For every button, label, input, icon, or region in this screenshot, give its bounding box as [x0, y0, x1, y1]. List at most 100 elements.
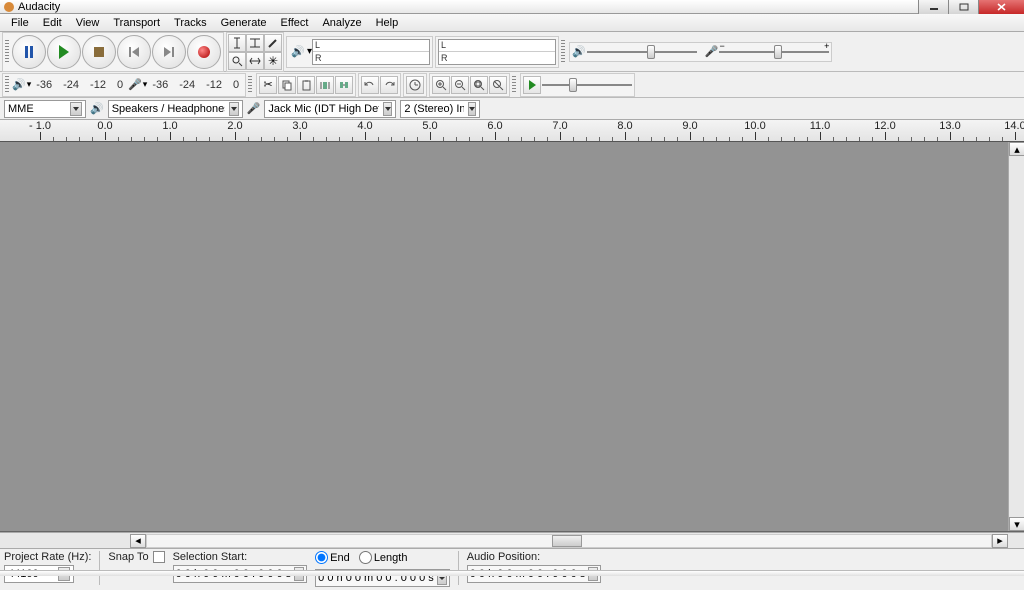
stop-button[interactable]	[82, 35, 116, 69]
grip-icon[interactable]	[248, 76, 252, 94]
ruler-tick: 12.0	[873, 120, 897, 140]
scroll-right-button[interactable]: ▸	[992, 534, 1008, 548]
chevron-down-icon	[468, 102, 477, 116]
horizontal-scrollbar[interactable]: ◂ ▸	[0, 532, 1024, 548]
menu-view[interactable]: View	[69, 15, 107, 31]
scroll-thumb[interactable]	[552, 535, 582, 547]
scroll-track[interactable]	[146, 534, 992, 548]
speaker-icon: 🔊	[572, 45, 586, 58]
ruler-tick: 7.0	[548, 120, 572, 140]
silence-button[interactable]	[335, 76, 353, 94]
menu-bar: File Edit View Transport Tracks Generate…	[0, 14, 1024, 32]
menu-generate[interactable]: Generate	[214, 15, 274, 31]
timeshift-tool[interactable]	[246, 52, 264, 70]
ruler-tick: 0.0	[93, 120, 117, 140]
menu-transport[interactable]: Transport	[106, 15, 167, 31]
recording-meter[interactable]: L R	[438, 39, 556, 65]
paste-button[interactable]	[297, 76, 315, 94]
envelope-tool[interactable]	[246, 34, 264, 52]
zoom-out-button[interactable]	[451, 76, 469, 94]
draw-tool[interactable]	[264, 34, 282, 52]
pause-button[interactable]	[12, 35, 46, 69]
meter-left-label: L	[439, 40, 555, 53]
menu-help[interactable]: Help	[369, 15, 406, 31]
fit-selection-button[interactable]	[470, 76, 488, 94]
close-button[interactable]	[978, 0, 1024, 14]
timeline-ruler[interactable]: - 1.00.01.02.03.04.05.06.07.08.09.010.01…	[0, 120, 1024, 142]
menu-effect[interactable]: Effect	[274, 15, 316, 31]
maximize-button[interactable]	[948, 0, 978, 14]
playback-volume-slider[interactable]	[587, 45, 697, 59]
input-channels-combo[interactable]: 2 (Stereo) Input C	[400, 100, 480, 118]
end-radio[interactable]: End	[315, 551, 350, 564]
timeshift-icon	[249, 57, 261, 65]
selection-toolbar: Project Rate (Hz): 44100 Snap To Selecti…	[0, 548, 1024, 590]
ruler-tick: 5.0	[418, 120, 442, 140]
undo-button[interactable]	[361, 76, 379, 94]
paste-icon	[300, 79, 312, 91]
menu-file[interactable]: File	[4, 15, 36, 31]
ibeam-icon	[232, 37, 242, 49]
menu-tracks[interactable]: Tracks	[167, 15, 214, 31]
ruler-tick: 14.0	[1003, 120, 1024, 140]
play-at-speed-button[interactable]	[523, 76, 541, 94]
fit-project-button[interactable]	[489, 76, 507, 94]
menu-analyze[interactable]: Analyze	[315, 15, 368, 31]
status-bar	[0, 570, 1024, 576]
scroll-left-button[interactable]: ◂	[130, 534, 146, 548]
skip-start-button[interactable]	[117, 35, 151, 69]
playback-speed-slider[interactable]	[542, 78, 632, 92]
playback-meter[interactable]: L R	[312, 39, 430, 65]
copy-button[interactable]	[278, 76, 296, 94]
combo-value: MME	[8, 103, 34, 115]
grip-icon[interactable]	[561, 40, 565, 64]
ruler-tick: 10.0	[743, 120, 767, 140]
zoom-in-button[interactable]	[432, 76, 450, 94]
zoom-in-icon	[435, 79, 447, 91]
mic-icon: 🎤	[705, 45, 719, 58]
record-button[interactable]	[187, 35, 221, 69]
audio-host-combo[interactable]: MME	[4, 100, 86, 118]
input-device-combo[interactable]: Jack Mic (IDT High Definition A	[264, 100, 396, 118]
skip-end-button[interactable]	[152, 35, 186, 69]
speaker-icon: 🔊	[12, 78, 26, 91]
cut-button[interactable]: ✂	[259, 76, 277, 94]
undo-toolbar	[358, 73, 401, 97]
meter-left-label: L	[313, 40, 429, 53]
play-icon	[529, 80, 536, 90]
selection-tool[interactable]	[228, 34, 246, 52]
ruler-tick: 11.0	[808, 120, 832, 140]
window-title: Audacity	[18, 1, 60, 13]
multi-tool[interactable]: ✳	[264, 52, 282, 70]
recording-volume-slider[interactable]: − +	[719, 45, 829, 59]
speaker-icon[interactable]: 🔊	[289, 45, 307, 58]
scroll-up-button[interactable]: ▴	[1009, 142, 1024, 156]
output-device-combo[interactable]: Speakers / Headphones (IDT H	[108, 100, 243, 118]
length-radio[interactable]: Length	[359, 551, 408, 564]
trim-button[interactable]	[316, 76, 334, 94]
combo-value: 2 (Stereo) Input C	[404, 103, 463, 115]
grip-icon[interactable]	[512, 76, 516, 94]
vertical-scrollbar[interactable]: ▴ ▾	[1008, 142, 1024, 531]
zoom-tool[interactable]	[228, 52, 246, 70]
redo-button[interactable]	[380, 76, 398, 94]
minimize-button[interactable]	[918, 0, 948, 14]
envelope-icon	[249, 37, 261, 49]
recording-meter-toolbar: L R	[435, 36, 559, 68]
playback-level-group: 🔊▾ -36-24-120 🎤▾ -36-24-120	[2, 73, 246, 97]
scroll-down-button[interactable]: ▾	[1009, 517, 1024, 531]
app-icon	[4, 2, 14, 12]
meter-right-label: R	[313, 52, 429, 64]
grip-icon[interactable]	[5, 40, 9, 64]
ruler-tick: 3.0	[288, 120, 312, 140]
window-titlebar: Audacity	[0, 0, 1024, 14]
sync-lock-button[interactable]	[406, 76, 424, 94]
snap-to-checkbox[interactable]	[153, 551, 165, 563]
play-button[interactable]	[47, 35, 81, 69]
transcription-toolbar	[520, 73, 635, 97]
toolbar-edit-row: 🔊▾ -36-24-120 🎤▾ -36-24-120 ✂	[0, 72, 1024, 98]
menu-edit[interactable]: Edit	[36, 15, 69, 31]
grip-icon[interactable]	[5, 76, 9, 94]
track-area[interactable]: ▴ ▾	[0, 142, 1024, 532]
record-db-scale: -36-24-120	[148, 79, 243, 91]
